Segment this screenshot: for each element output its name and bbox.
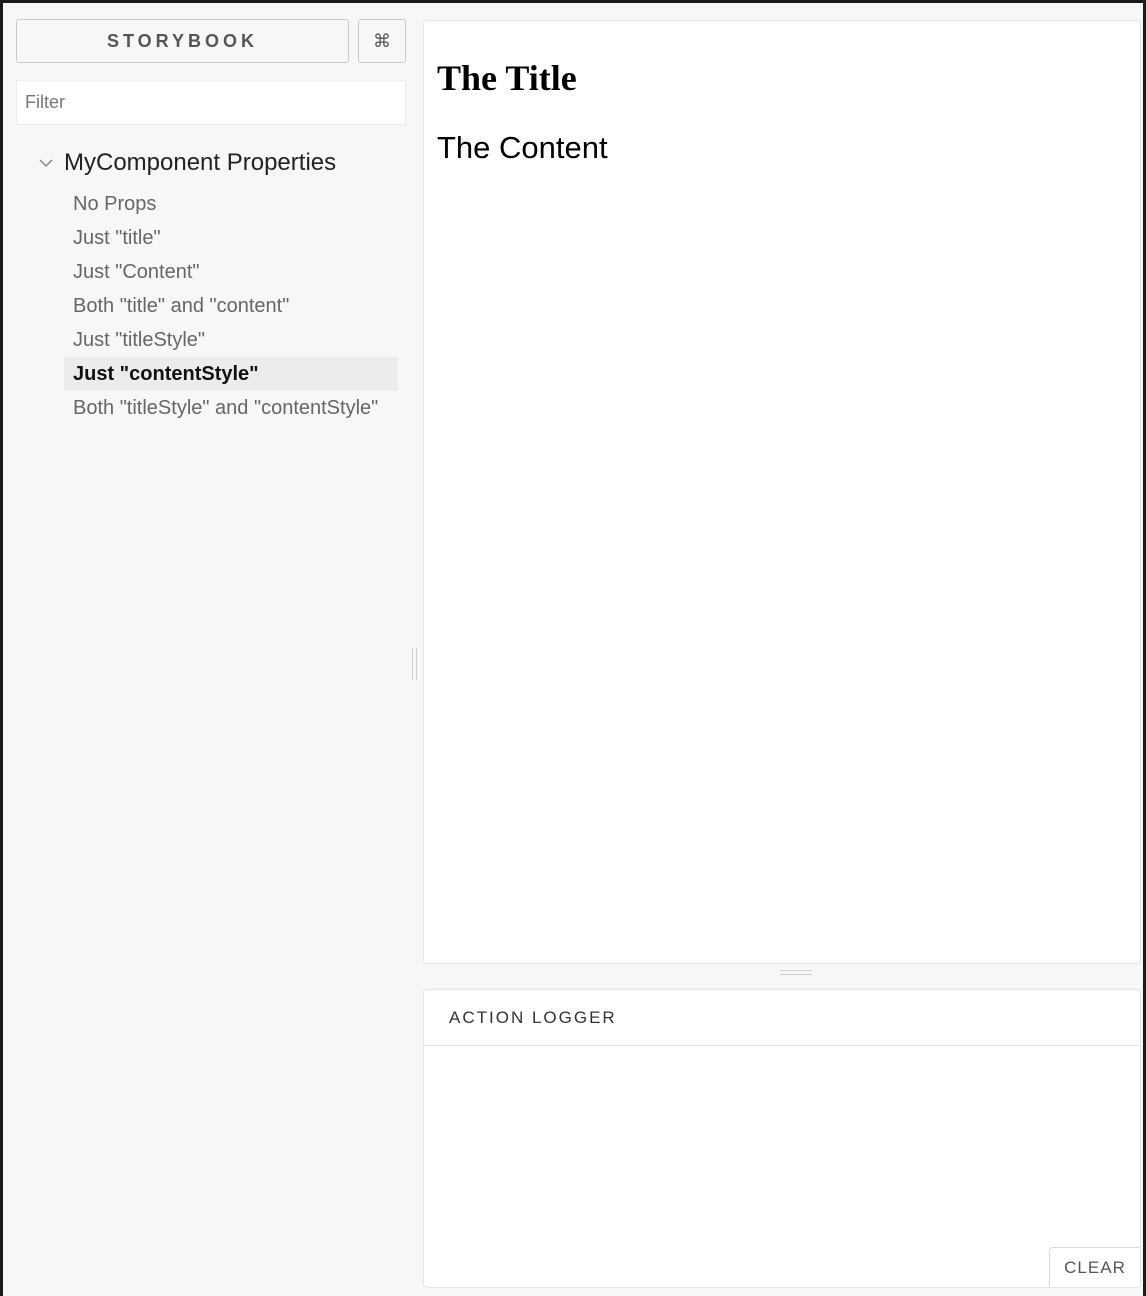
sidebar-resize-handle[interactable]	[412, 648, 417, 680]
story-item-just-contentstyle[interactable]: Just "contentStyle"	[64, 357, 398, 391]
tab-action-logger[interactable]: ACTION LOGGER	[424, 990, 1140, 1046]
preview-title: The Title	[437, 58, 577, 98]
action-logger-panel: ACTION LOGGER CLEAR	[423, 989, 1141, 1288]
storybook-brand-button[interactable]: STORYBOOK	[16, 19, 349, 63]
kind-label: MyComponent Properties	[64, 149, 337, 176]
story-item-both-title-content[interactable]: Both "title" and "content"	[64, 289, 398, 323]
story-item-no-props[interactable]: No Props	[64, 187, 398, 221]
storybook-window: STORYBOOK ⌘ MyComponent Properties No Pr…	[0, 0, 1146, 1296]
shortcuts-button[interactable]: ⌘	[358, 19, 406, 63]
story-item-both-styles[interactable]: Both "titleStyle" and "contentStyle"	[64, 391, 398, 425]
filter-input[interactable]	[16, 80, 406, 125]
chevron-down-icon	[39, 159, 53, 168]
story-item-just-titlestyle[interactable]: Just "titleStyle"	[64, 323, 398, 357]
story-item-just-content[interactable]: Just "Content"	[64, 255, 398, 289]
story-list: No Props Just "title" Just "Content" Bot…	[64, 187, 398, 425]
story-preview: The Title The Content	[423, 20, 1141, 964]
command-icon: ⌘	[373, 30, 391, 51]
clear-button[interactable]: CLEAR	[1049, 1247, 1140, 1287]
kind-header-mycomponent[interactable]: MyComponent Properties	[36, 149, 336, 177]
preview-content: The Content	[437, 130, 608, 165]
panel-resize-handle[interactable]	[780, 970, 812, 975]
story-item-just-title[interactable]: Just "title"	[64, 221, 398, 255]
